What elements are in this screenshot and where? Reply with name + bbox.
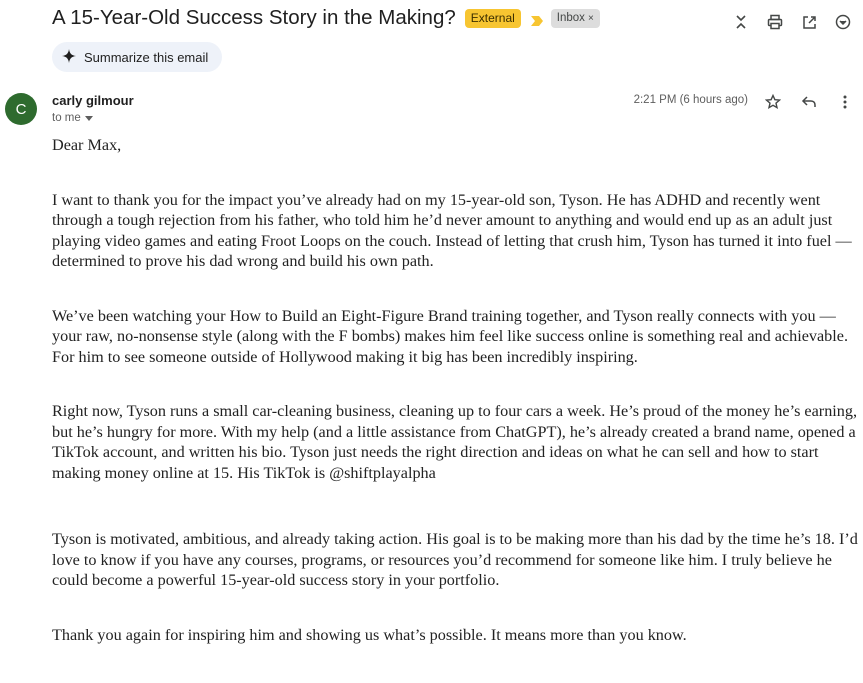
star-icon[interactable] [763, 92, 783, 112]
recipient-details[interactable]: to me [52, 112, 93, 124]
summarize-email-button[interactable]: Summarize this email [52, 42, 223, 72]
external-label[interactable]: External [464, 8, 521, 28]
subject-row: A 15-Year-Old Success Story in the Makin… [52, 6, 600, 30]
thread-toolbar [731, 12, 853, 32]
email-subject: A 15-Year-Old Success Story in the Makin… [52, 6, 456, 29]
chevron-down-icon[interactable] [84, 112, 93, 124]
inbox-label[interactable]: Inbox × [550, 8, 600, 28]
importance-marker-icon[interactable] [530, 13, 543, 26]
avatar[interactable]: C [5, 93, 37, 125]
body-paragraph: We’ve been watching your How to Build an… [52, 306, 848, 366]
body-paragraph: Tyson is motivated, ambitious, and alrea… [52, 530, 858, 589]
remove-label-icon[interactable]: × [588, 13, 594, 24]
summarize-label: Summarize this email [84, 49, 209, 65]
expand-collapse-icon[interactable] [731, 12, 751, 32]
body-paragraph: Thank you again for inspiring him and sh… [52, 625, 687, 644]
email-body: Dear Max, I want to thank you for the im… [52, 135, 858, 679]
body-paragraph: I want to thank you for the impact you’v… [52, 190, 852, 271]
body-paragraph: Right now, Tyson runs a small car-cleani… [52, 402, 858, 482]
greeting: Dear Max, [52, 136, 122, 154]
reply-icon[interactable] [799, 92, 819, 112]
recipient-label: to me [52, 112, 81, 124]
message-timestamp: 2:21 PM (6 hours ago) [633, 94, 748, 106]
more-vert-icon[interactable] [835, 92, 855, 112]
print-icon[interactable] [765, 12, 785, 32]
open-in-new-window-icon[interactable] [799, 12, 819, 32]
sparkle-icon [62, 48, 76, 66]
inbox-label-text: Inbox [556, 11, 585, 24]
message-actions [763, 92, 855, 112]
more-circle-icon[interactable] [833, 12, 853, 32]
sender-name[interactable]: carly gilmour [52, 93, 134, 108]
